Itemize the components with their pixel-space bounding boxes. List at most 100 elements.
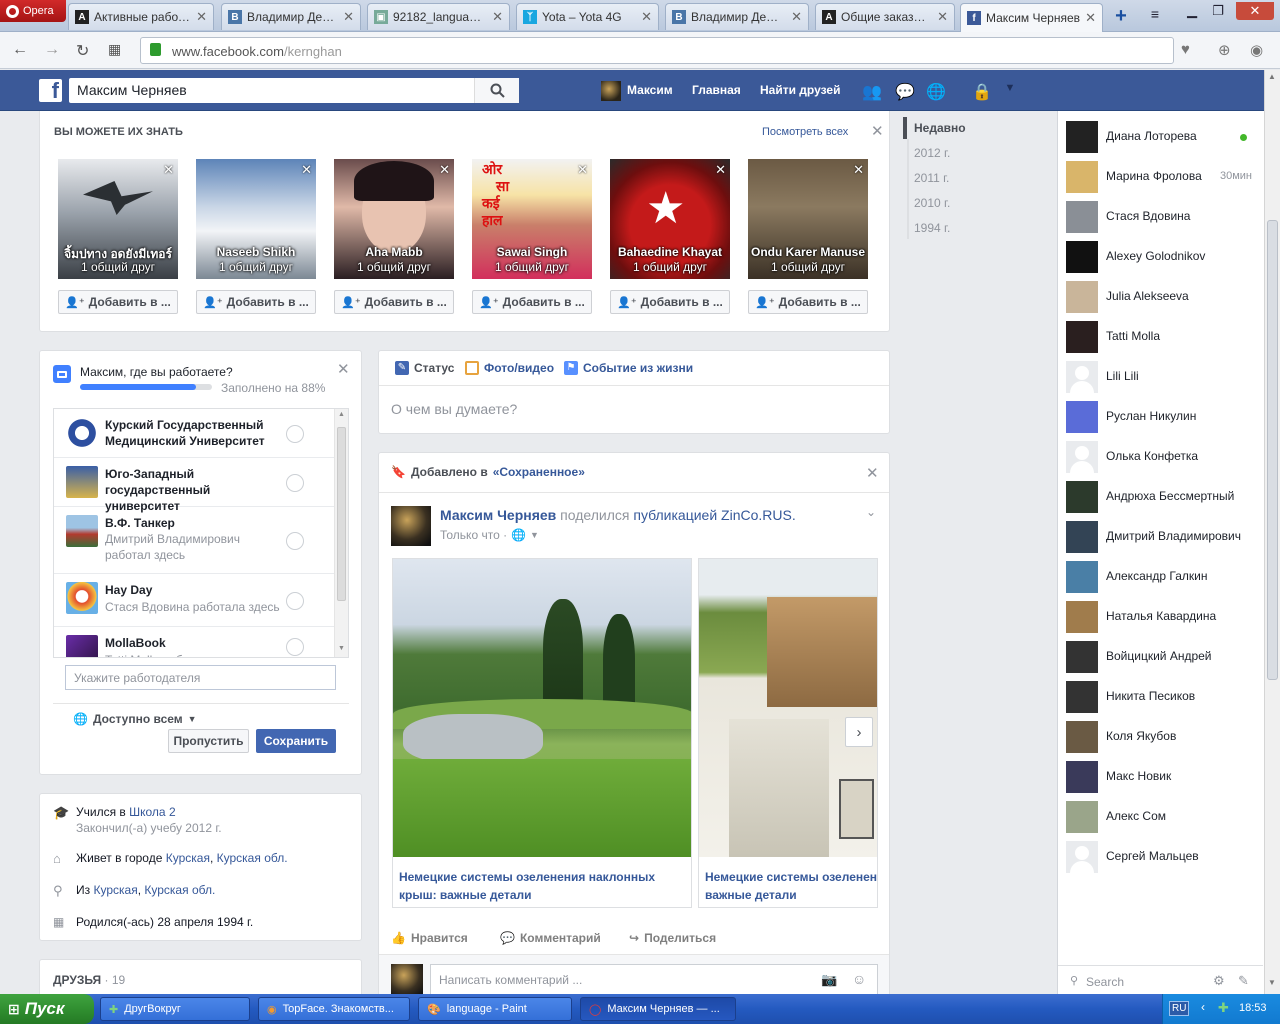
camera-icon[interactable]: 📷	[821, 972, 837, 988]
taskbar-item[interactable]: ◯ Максим Черняев — ...	[580, 997, 736, 1021]
add-friend-button[interactable]: 👤⁺ Добавить в ...	[334, 290, 454, 314]
privacy-shortcuts-icon[interactable]: 🔒	[972, 82, 992, 101]
link-title-2[interactable]: Немецкие системы озеленения наклонных кр…	[705, 868, 877, 904]
employer-input[interactable]: Укажите работодателя	[65, 665, 336, 690]
forward-icon[interactable]: →	[44, 41, 60, 59]
employer-radio[interactable]	[286, 424, 304, 443]
add-friend-button[interactable]: 👤⁺ Добавить в ...	[472, 290, 592, 314]
employer-radio[interactable]	[286, 531, 304, 550]
new-tab-icon[interactable]: +	[1108, 5, 1134, 29]
chat-contact[interactable]: Коля Якубов	[1066, 721, 1256, 753]
chat-contact[interactable]: Tatti Molla	[1066, 321, 1256, 353]
close-pymk-icon[interactable]: ✕	[871, 124, 884, 139]
employer-suggestion[interactable]: MollaBook Tatti Molla работала здесь	[54, 627, 334, 657]
dismiss-person-icon[interactable]: ✕	[577, 162, 588, 178]
chat-contact[interactable]: Алекс Сом	[1066, 801, 1256, 833]
browser-tab[interactable]: A Активные работы ✕	[68, 3, 214, 30]
comment-button[interactable]: 💬 Комментарий	[500, 931, 601, 945]
messages-icon[interactable]: 💬	[895, 82, 915, 101]
close-tab-icon[interactable]: ✕	[343, 9, 354, 25]
pymk-person-name[interactable]: Bahaedine Khayat	[610, 245, 730, 259]
status-input[interactable]: О чем вы думаете?	[391, 401, 517, 417]
pymk-person-name[interactable]: Ondu Karer Manuse	[748, 245, 868, 259]
employer-suggestion[interactable]: В.Ф. Танкер Дмитрий Владимирович работал …	[54, 507, 334, 574]
taskbar-item[interactable]: 🎨 language - Paint	[418, 997, 572, 1021]
taskbar-item[interactable]: ◉ TopFace. Знакомств...	[258, 997, 410, 1021]
chat-search-input[interactable]: Search	[1086, 975, 1124, 989]
browser-tab[interactable]: B Владимир Демченко ✕	[221, 3, 361, 30]
dismiss-person-icon[interactable]: ✕	[301, 162, 312, 178]
post-time[interactable]: Только что ·	[440, 528, 507, 542]
pymk-person-card[interactable]: ✕ จิ้มปทาง อดยังมีเทอร์ 1 общий друг	[58, 159, 178, 279]
chat-contact[interactable]: Сергей Мальцев	[1066, 841, 1256, 873]
find-friends-link[interactable]: Найти друзей	[760, 83, 840, 97]
timeline-year-link[interactable]: 2012 г.	[914, 146, 950, 160]
employer-list-scrollbar[interactable]: ▲ ▼	[334, 409, 348, 657]
dismiss-person-icon[interactable]: ✕	[163, 162, 174, 178]
back-icon[interactable]: ←	[12, 41, 28, 59]
close-tab-icon[interactable]: ✕	[791, 9, 802, 25]
dismiss-person-icon[interactable]: ✕	[715, 162, 726, 178]
author-link[interactable]: Максим Черняев	[440, 507, 556, 523]
save-button[interactable]: Сохранить	[256, 729, 336, 753]
close-window-icon[interactable]: ✕	[1236, 2, 1274, 20]
chat-contact[interactable]: Lili Lili	[1066, 361, 1256, 393]
search-input[interactable]: Максим Черняев	[69, 78, 519, 103]
browser-tab[interactable]: f Максим Черняев ✕	[960, 3, 1103, 32]
language-indicator[interactable]: RU	[1169, 1001, 1190, 1016]
like-button[interactable]: 👍 Нравится	[391, 931, 468, 945]
browser-tab[interactable]: ▣ 92182_language - S ✕	[367, 3, 510, 30]
chat-contact[interactable]: Никита Песиков	[1066, 681, 1256, 713]
account-icon[interactable]: ◉	[1250, 41, 1263, 59]
employer-suggestion[interactable]: Hay Day Стася Вдовина работала здесь	[54, 574, 334, 627]
chat-contact[interactable]: Стася Вдовина	[1066, 201, 1256, 233]
chat-contact[interactable]: Александр Галкин	[1066, 561, 1256, 593]
add-friend-button[interactable]: 👤⁺ Добавить в ...	[196, 290, 316, 314]
pymk-person-name[interactable]: Naseeb Shikh	[196, 245, 316, 259]
opera-menu-button[interactable]: Opera	[0, 0, 66, 22]
tray-arrow-icon[interactable]: ‹	[1201, 1000, 1205, 1014]
close-tab-icon[interactable]: ✕	[1085, 10, 1096, 26]
pymk-person-name[interactable]: Sawai Singh	[472, 245, 592, 259]
saved-link[interactable]: «Сохраненное»	[493, 465, 585, 479]
facebook-logo-icon[interactable]: f	[39, 79, 62, 102]
chat-contact[interactable]: Марина Фролова 30мин	[1066, 161, 1256, 193]
chevron-down-icon[interactable]: ▼	[530, 530, 539, 540]
account-menu-icon[interactable]: ▼	[1000, 82, 1020, 100]
carousel-next-button[interactable]: ›	[845, 717, 873, 747]
heart-icon[interactable]: ♥	[1181, 41, 1190, 58]
close-tab-icon[interactable]: ✕	[641, 9, 652, 25]
employer-radio[interactable]	[286, 591, 304, 610]
pymk-person-card[interactable]: ✕ Naseeb Shikh 1 общий друг	[196, 159, 316, 279]
start-button[interactable]: ⊞ Пуск	[0, 994, 94, 1024]
chat-contact[interactable]: Диана Лоторева	[1066, 121, 1256, 153]
close-saved-icon[interactable]: ✕	[866, 466, 879, 481]
tab-menu-icon[interactable]: ≡	[1142, 6, 1168, 28]
home-link[interactable]: Главная	[692, 83, 741, 97]
url-field[interactable]: www.facebook.com/kernghan	[140, 37, 1174, 64]
pymk-person-card[interactable]: ओर सा कई हाल ✕ Sawai Singh 1 общий друг	[472, 159, 592, 279]
chat-contact[interactable]: Julia Alekseeva	[1066, 281, 1256, 313]
timeline-year-link[interactable]: 2011 г.	[914, 171, 949, 185]
chat-contact[interactable]: Олька Конфетка	[1066, 441, 1256, 473]
status-tab[interactable]: ✎ Статус	[395, 361, 454, 375]
new-message-icon[interactable]: ✎	[1238, 973, 1249, 989]
school-link[interactable]: Школа 2	[129, 805, 175, 819]
page-link[interactable]: ZinCo.RUS.	[721, 507, 796, 523]
browser-tab[interactable]: A Общие заказы Пер ✕	[815, 3, 955, 30]
employer-list[interactable]: Курский Государственный Медицинский Унив…	[53, 408, 349, 658]
timeline-year-link[interactable]: 1994 г.	[914, 221, 950, 235]
maximize-icon[interactable]: ❐	[1206, 2, 1230, 20]
chat-contact[interactable]: Войцицкий Андрей	[1066, 641, 1256, 673]
chat-contact[interactable]: Alexey Golodnikov	[1066, 241, 1256, 273]
skip-button[interactable]: Пропустить	[168, 729, 249, 753]
user-avatar[interactable]	[601, 81, 621, 101]
life-event-tab[interactable]: ⚑ Событие из жизни	[564, 361, 693, 375]
pymk-person-card[interactable]: ✕ Ondu Karer Manuse 1 общий друг	[748, 159, 868, 279]
employer-suggestion[interactable]: Курский Государственный Медицинский Унив…	[54, 409, 334, 458]
friend-requests-icon[interactable]: 👥	[862, 82, 882, 101]
pymk-person-card[interactable]: ★ ✕ Bahaedine Khayat 1 общий друг	[610, 159, 730, 279]
pymk-person-name[interactable]: Aha Mabb	[334, 245, 454, 259]
timeline-year-link[interactable]: Недавно	[914, 121, 966, 135]
see-all-link[interactable]: Посмотреть всех	[762, 126, 848, 138]
